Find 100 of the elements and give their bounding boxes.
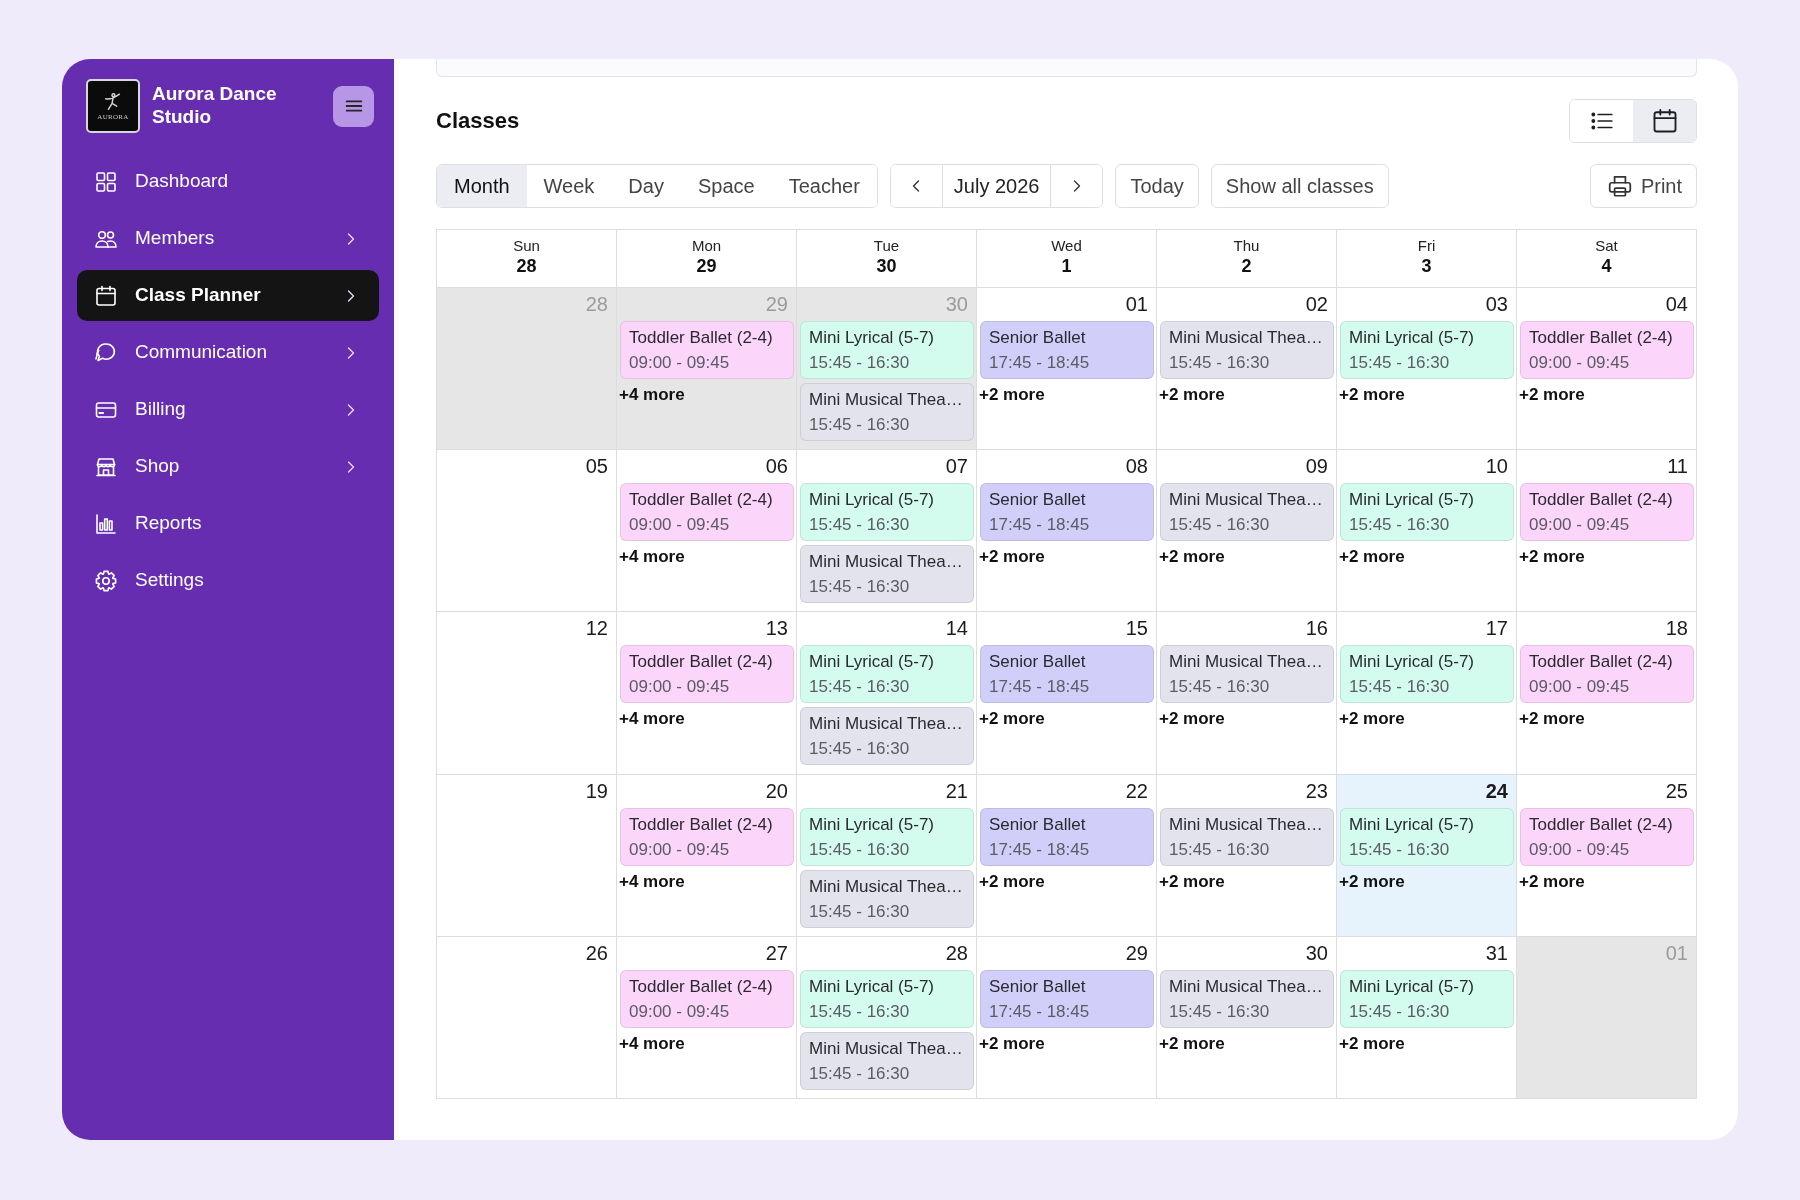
class-event[interactable]: Toddler Ballet (2-4) 09:00 - 09:45 <box>620 483 794 542</box>
event-name: Senior Ballet <box>989 651 1086 674</box>
class-event[interactable]: Mini Musical Thea… 15:45 - 16:30 <box>1160 807 1334 866</box>
class-event[interactable]: Mini Musical Thea… 15:45 - 16:30 <box>1160 321 1334 379</box>
class-event[interactable]: Mini Lyrical (5-7) 15:45 - 16:30 <box>1340 645 1514 704</box>
more-link[interactable]: +2 more <box>1157 546 1225 569</box>
event-name: Mini Lyrical (5-7) <box>809 489 934 512</box>
view-toggle-button[interactable] <box>1633 100 1696 142</box>
class-event[interactable]: Toddler Ballet (2-4) 09:00 - 09:45 <box>620 807 794 866</box>
sidebar-item[interactable]: Members <box>77 213 379 264</box>
class-event[interactable]: Mini Lyrical (5-7) 15:45 - 16:30 <box>800 807 974 866</box>
class-event[interactable]: Senior Ballet 17:45 - 18:45 <box>980 969 1154 1028</box>
class-event[interactable]: Mini Lyrical (5-7) 15:45 - 16:30 <box>1340 321 1514 379</box>
more-link[interactable]: +4 more <box>617 546 685 569</box>
event-name: Mini Lyrical (5-7) <box>1349 489 1474 512</box>
more-link[interactable]: +2 more <box>1337 708 1405 731</box>
more-link[interactable]: +2 more <box>1517 546 1585 569</box>
more-link[interactable]: +2 more <box>1337 870 1405 893</box>
class-event[interactable]: Toddler Ballet (2-4) 09:00 - 09:45 <box>620 645 794 704</box>
event-name: Toddler Ballet (2-4) <box>629 975 773 998</box>
sidebar-item[interactable]: Class Planner <box>77 270 379 321</box>
class-event[interactable]: Mini Musical Thea… 15:45 - 16:30 <box>800 707 974 766</box>
event-time: 17:45 - 18:45 <box>989 838 1090 861</box>
more-link[interactable]: +2 more <box>977 546 1045 569</box>
class-event[interactable]: Mini Musical Thea… 15:45 - 16:30 <box>800 545 974 604</box>
date-number: 16 <box>1305 616 1328 642</box>
sidebar-item[interactable]: Shop <box>77 441 379 492</box>
class-event[interactable]: Mini Musical Thea… 15:45 - 16:30 <box>1160 483 1334 542</box>
toolbar-button[interactable]: Show all classes <box>1210 164 1389 208</box>
class-event[interactable]: Toddler Ballet (2-4) 09:00 - 09:45 <box>620 969 794 1028</box>
more-link[interactable]: +2 more <box>1337 1032 1405 1055</box>
class-event[interactable]: Senior Ballet 17:45 - 18:45 <box>980 807 1154 866</box>
event-time: 17:45 - 18:45 <box>989 1000 1090 1023</box>
date-number: 18 <box>1665 616 1688 642</box>
more-link[interactable]: +2 more <box>1337 384 1405 406</box>
weekday-date: 3 <box>1420 255 1433 278</box>
class-event[interactable]: Mini Lyrical (5-7) 15:45 - 16:30 <box>800 645 974 704</box>
more-link[interactable]: +2 more <box>1517 384 1585 406</box>
more-link[interactable]: +2 more <box>977 870 1045 893</box>
class-event[interactable]: Mini Musical Thea… 15:45 - 16:30 <box>800 869 974 928</box>
sidebar-item[interactable]: Reports <box>77 498 379 549</box>
more-link[interactable]: +4 more <box>617 1032 685 1055</box>
more-link[interactable]: +2 more <box>1157 384 1225 406</box>
class-event[interactable]: Senior Ballet 17:45 - 18:45 <box>980 321 1154 379</box>
date-number: 10 <box>1485 454 1508 480</box>
class-event[interactable]: Mini Lyrical (5-7) 15:45 - 16:30 <box>800 321 974 379</box>
more-link[interactable]: +2 more <box>1337 546 1405 569</box>
more-link[interactable]: +2 more <box>1157 1032 1225 1055</box>
class-event[interactable]: Mini Lyrical (5-7) 15:45 - 16:30 <box>800 969 974 1028</box>
date-number: 14 <box>945 616 968 642</box>
sidebar-item[interactable]: Billing <box>77 384 379 435</box>
more-link[interactable]: +2 more <box>1517 870 1585 893</box>
class-event[interactable]: Mini Lyrical (5-7) 15:45 - 16:30 <box>1340 483 1514 542</box>
class-event[interactable]: Senior Ballet 17:45 - 18:45 <box>980 645 1154 704</box>
class-event[interactable]: Toddler Ballet (2-4) 09:00 - 09:45 <box>1520 321 1694 379</box>
class-event[interactable]: Mini Lyrical (5-7) 15:45 - 16:30 <box>1340 969 1514 1028</box>
sidebar-item[interactable]: Dashboard <box>77 156 379 207</box>
event-time: 15:45 - 16:30 <box>1349 838 1450 861</box>
weekday-date: 28 <box>515 255 538 278</box>
toolbar-button[interactable]: Today <box>1115 164 1199 208</box>
event-name: Mini Lyrical (5-7) <box>1349 975 1474 998</box>
more-link[interactable]: +2 more <box>977 1032 1045 1055</box>
class-event[interactable]: Mini Lyrical (5-7) 15:45 - 16:30 <box>800 483 974 542</box>
bar-chart-icon <box>94 511 118 536</box>
class-event[interactable]: Senior Ballet 17:45 - 18:45 <box>980 483 1154 542</box>
event-name: Mini Lyrical (5-7) <box>1349 813 1474 836</box>
calendar-icon <box>94 283 118 308</box>
event-name: Toddler Ballet (2-4) <box>1529 813 1673 836</box>
weekday-date: 2 <box>1240 255 1253 278</box>
class-event[interactable]: Mini Lyrical (5-7) 15:45 - 16:30 <box>1340 807 1514 866</box>
date-number: 19 <box>585 778 608 804</box>
date-number: 17 <box>1485 616 1508 642</box>
weekday-label: Mon <box>690 237 723 255</box>
class-event[interactable]: Toddler Ballet (2-4) 09:00 - 09:45 <box>1520 645 1694 704</box>
class-event[interactable]: Toddler Ballet (2-4) 09:00 - 09:45 <box>1520 807 1694 866</box>
print-button[interactable]: Print <box>1589 164 1697 208</box>
class-event[interactable]: Mini Musical Thea… 15:45 - 16:30 <box>1160 969 1334 1028</box>
event-time: 09:00 - 09:45 <box>629 1000 730 1023</box>
more-link[interactable]: +2 more <box>977 708 1045 731</box>
more-link[interactable]: +2 more <box>1517 708 1585 731</box>
more-link[interactable]: +2 more <box>1157 708 1225 731</box>
more-link[interactable]: +4 more <box>617 870 685 893</box>
sidebar-item[interactable]: Communication <box>77 327 379 378</box>
class-event[interactable]: Toddler Ballet (2-4) 09:00 - 09:45 <box>1520 483 1694 542</box>
class-event[interactable]: Mini Musical Thea… 15:45 - 16:30 <box>800 383 974 441</box>
class-event[interactable]: Mini Musical Thea… 15:45 - 16:30 <box>1160 645 1334 704</box>
date-number: 28 <box>945 940 968 966</box>
view-tab[interactable]: Month <box>437 165 527 207</box>
more-link[interactable]: +4 more <box>617 708 685 731</box>
menu-button[interactable] <box>333 85 374 127</box>
event-time: 17:45 - 18:45 <box>989 352 1090 374</box>
more-link[interactable]: +2 more <box>977 384 1045 406</box>
class-event[interactable]: Toddler Ballet (2-4) 09:00 - 09:45 <box>620 321 794 379</box>
event-name: Mini Musical Thea… <box>809 1037 963 1060</box>
date-number: 12 <box>585 616 608 642</box>
event-name: Mini Musical Thea… <box>809 551 963 574</box>
more-link[interactable]: +2 more <box>1157 870 1225 893</box>
class-event[interactable]: Mini Musical Thea… 15:45 - 16:30 <box>800 1031 974 1090</box>
sidebar-item[interactable]: Settings <box>77 555 379 606</box>
more-link[interactable]: +4 more <box>617 384 685 406</box>
